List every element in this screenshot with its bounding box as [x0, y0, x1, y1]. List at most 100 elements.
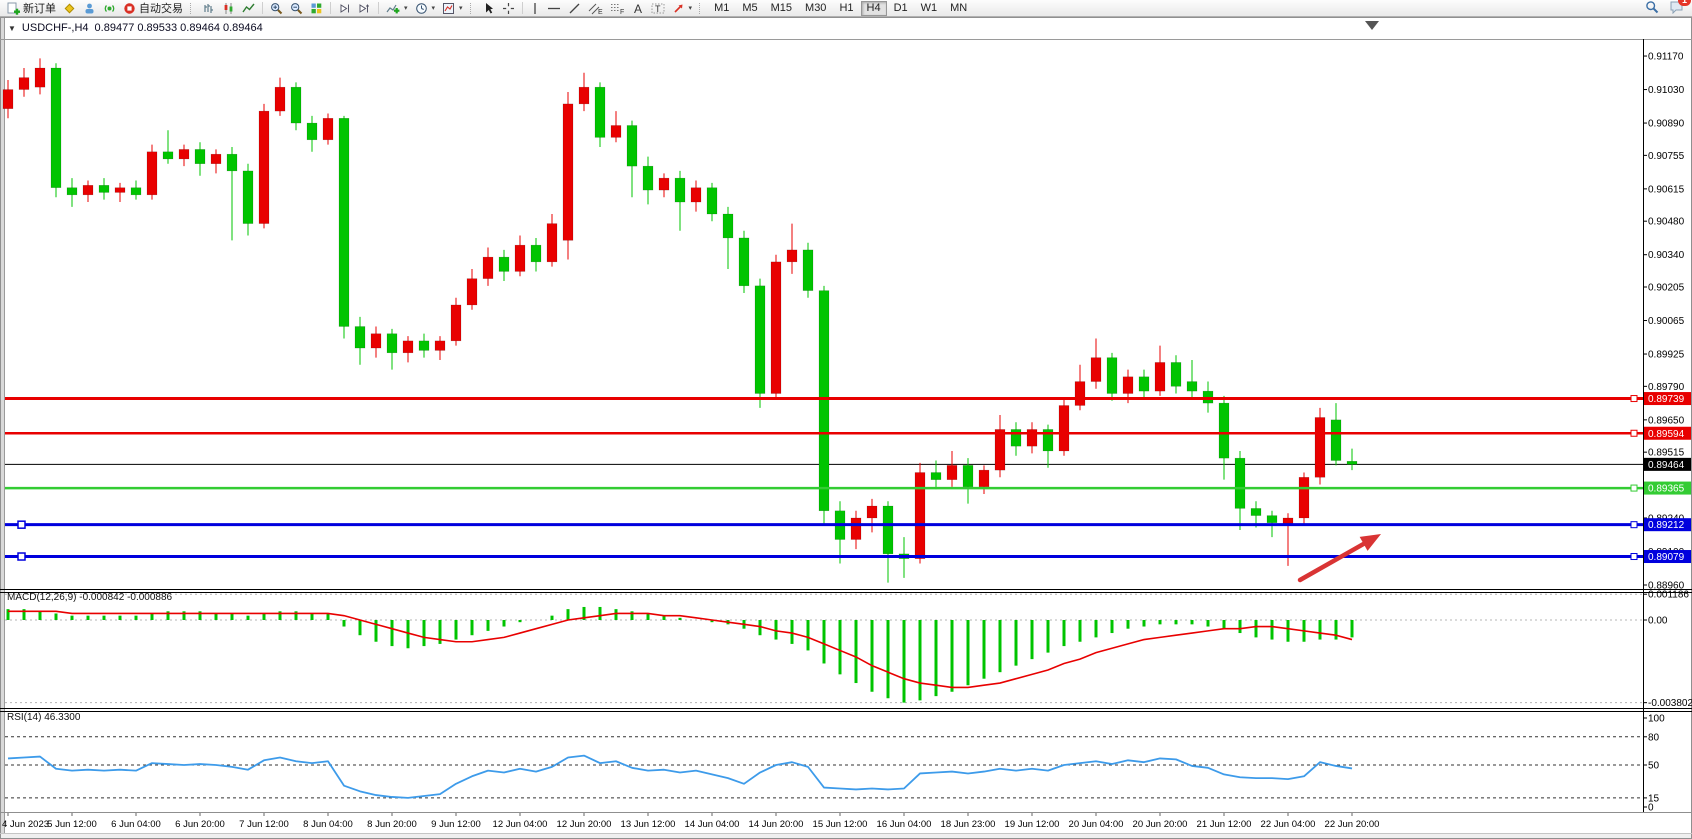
svg-text:A: A — [634, 2, 642, 15]
timeframe-m5[interactable]: M5 — [736, 1, 763, 16]
notifications-button[interactable]: 1 — [1669, 0, 1684, 17]
new-order-icon — [7, 2, 20, 15]
cursor-button[interactable] — [479, 1, 498, 16]
chart-shift-button[interactable] — [355, 1, 374, 16]
periods-button[interactable]: ▾ — [412, 1, 439, 16]
candle — [963, 465, 973, 487]
candle — [643, 166, 653, 190]
profile-button[interactable] — [80, 1, 99, 16]
arrows-icon — [672, 2, 685, 15]
timeframe-m15[interactable]: M15 — [765, 1, 798, 16]
candle — [371, 334, 381, 348]
bar-chart-button[interactable] — [199, 1, 218, 16]
time-axis[interactable] — [0, 813, 1643, 833]
candle — [1187, 382, 1197, 392]
candle — [1347, 461, 1357, 464]
candle — [259, 111, 269, 223]
timeframe-mn[interactable]: MN — [944, 1, 973, 16]
candle — [1299, 477, 1309, 518]
search-button[interactable] — [1645, 0, 1659, 17]
arrows-button[interactable]: ▾ — [669, 1, 696, 16]
candlestick-button[interactable] — [219, 1, 238, 16]
vertical-line-icon — [530, 2, 540, 15]
fibonacci-button[interactable]: F — [607, 1, 628, 16]
line-handle[interactable] — [1631, 485, 1637, 491]
line-handle[interactable] — [1631, 522, 1637, 528]
candle — [595, 87, 605, 137]
candle — [803, 250, 813, 291]
candle — [515, 245, 525, 271]
auto-scroll-button[interactable] — [335, 1, 354, 16]
toolbar-grip — [470, 3, 475, 14]
market-watch-button[interactable] — [60, 1, 79, 16]
candle — [691, 188, 701, 202]
signals-icon — [103, 2, 116, 15]
indicators-icon — [386, 2, 400, 15]
candle — [579, 87, 589, 104]
candle — [1139, 377, 1149, 391]
text-label-button[interactable]: T — [648, 1, 668, 16]
line-handle[interactable] — [1631, 396, 1637, 402]
zoom-out-button[interactable] — [287, 1, 306, 16]
crosshair-button[interactable] — [499, 1, 518, 16]
candle — [675, 178, 685, 202]
vertical-line-button[interactable] — [527, 1, 543, 16]
trendline-icon — [568, 2, 581, 15]
new-order-button[interactable]: 新订单 — [4, 1, 59, 16]
toolbar-separator — [522, 2, 523, 14]
candle — [355, 327, 365, 349]
timeframe-w1[interactable]: W1 — [915, 1, 944, 16]
toolbar-grip — [190, 3, 195, 14]
candle — [403, 341, 413, 353]
candle — [1059, 405, 1069, 450]
templates-button[interactable]: ▾ — [439, 1, 466, 16]
signals-button[interactable] — [100, 1, 119, 16]
horizontal-line-button[interactable] — [544, 1, 564, 16]
candle — [387, 334, 397, 353]
symbol-period-label: USDCHF-,H4 — [22, 22, 89, 34]
candle — [1171, 362, 1181, 386]
chart-canvas[interactable]: 0.911700.910300.908900.907550.906150.904… — [0, 0, 1692, 839]
candle — [1011, 429, 1021, 446]
candle — [1251, 508, 1261, 515]
line-handle[interactable] — [1631, 430, 1637, 436]
candle — [307, 123, 317, 140]
candle — [291, 87, 301, 123]
indicators-button[interactable]: ▾ — [383, 1, 411, 16]
line-chart-button[interactable] — [239, 1, 258, 16]
timeframe-h1[interactable]: H1 — [833, 1, 859, 16]
autotrading-icon — [123, 2, 136, 15]
tile-windows-button[interactable] — [307, 1, 326, 16]
candle — [419, 341, 429, 351]
timeframe-m30[interactable]: M30 — [799, 1, 832, 16]
text-icon: A — [632, 2, 644, 15]
equidistant-channel-button[interactable]: E — [585, 1, 606, 16]
line-handle[interactable] — [1631, 554, 1637, 560]
main-toolbar: 新订单 自动交易 ▾ ▾ ▾ E F A T ▾ M1 M5 M15 M30 H… — [0, 0, 1692, 17]
trendline-button[interactable] — [565, 1, 584, 16]
text-button[interactable]: A — [629, 1, 647, 16]
bar-chart-icon — [202, 2, 215, 15]
candle — [1123, 377, 1133, 394]
fibonacci-icon: F — [610, 2, 625, 15]
timeframe-m1[interactable]: M1 — [708, 1, 735, 16]
price-axis[interactable] — [1644, 40, 1692, 812]
timeframe-h4[interactable]: H4 — [861, 1, 887, 16]
one-click-trading-arrow-icon[interactable]: ▼ — [8, 24, 16, 33]
toolbar-separator — [262, 2, 263, 14]
candle — [1315, 417, 1325, 477]
line-handle[interactable] — [18, 553, 25, 560]
zoom-in-button[interactable] — [267, 1, 286, 16]
candle — [931, 473, 941, 480]
candle — [211, 154, 221, 164]
line-handle[interactable] — [18, 521, 25, 528]
candle — [339, 118, 349, 326]
timeframe-d1[interactable]: D1 — [888, 1, 914, 16]
candle — [787, 250, 797, 262]
autotrading-button[interactable]: 自动交易 — [120, 1, 186, 16]
rsi-indicator-label: RSI(14) 46.3300 — [7, 712, 80, 723]
chart-title-bar: ▼ USDCHF-,H4 0.89477 0.89533 0.89464 0.8… — [8, 22, 263, 34]
candle — [1235, 458, 1245, 508]
candle — [1155, 362, 1165, 391]
candle — [915, 473, 925, 559]
